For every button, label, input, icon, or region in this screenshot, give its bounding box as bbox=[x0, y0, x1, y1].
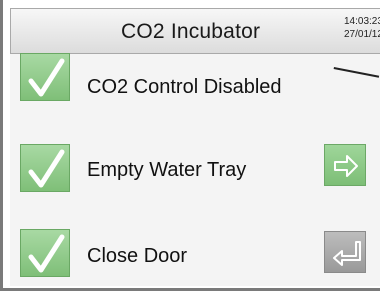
checkmark-icon bbox=[28, 58, 65, 97]
arrow-right-icon bbox=[334, 155, 358, 177]
clock: 14:03:23 27/01/12 bbox=[344, 15, 380, 41]
checkmark-icon bbox=[28, 234, 65, 273]
page-title: CO2 Incubator bbox=[121, 20, 261, 43]
close-door-label: Close Door bbox=[87, 245, 188, 267]
enter-return-icon bbox=[333, 241, 361, 266]
title-bar: CO2 Incubator 14:03:23 27/01/12 bbox=[10, 8, 380, 54]
empty-water-tray-check-button[interactable] bbox=[20, 144, 70, 192]
co2-control-label: CO2 Control Disabled bbox=[87, 76, 282, 98]
co2-control-check-button[interactable] bbox=[20, 53, 70, 101]
empty-water-tray-label: Empty Water Tray bbox=[87, 159, 247, 181]
clock-date: 27/01/12 bbox=[344, 29, 380, 40]
next-button[interactable] bbox=[324, 144, 366, 186]
close-door-check-button[interactable] bbox=[20, 229, 70, 277]
clock-time: 14:03:23 bbox=[344, 16, 380, 27]
enter-button[interactable] bbox=[324, 231, 366, 273]
checkmark-icon bbox=[28, 149, 65, 188]
